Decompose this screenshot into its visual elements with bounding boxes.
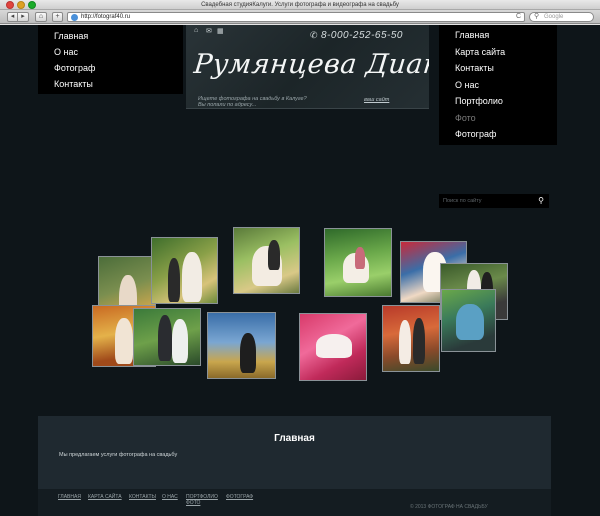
site-search-input[interactable]	[443, 195, 531, 207]
close-window-icon[interactable]	[6, 1, 14, 9]
browser-search-placeholder: Google	[544, 14, 564, 20]
site-search: ⚲	[439, 194, 549, 208]
header-banner: ⌂ ✉ ▦ ✆ 8-000-252-65-50 Румянцева Диана …	[186, 25, 429, 109]
minimize-window-icon[interactable]	[17, 1, 25, 9]
left-nav-item-photographer[interactable]: Фотограф	[38, 60, 183, 76]
back-button[interactable]: ◂	[7, 12, 18, 22]
gallery-photo[interactable]	[233, 227, 300, 294]
copyright-text: © 2013 ФОТОГРАФ НА СВАДЬБУ	[410, 504, 488, 510]
globe-icon	[71, 14, 78, 21]
mail-icon[interactable]: ✉	[206, 27, 212, 35]
footer-link-photo[interactable]: ФОТО	[186, 500, 200, 506]
gallery-photo[interactable]	[299, 313, 367, 381]
url-text[interactable]: http://fotograf40.ru	[81, 13, 130, 22]
sitemap-icon[interactable]: ▦	[217, 27, 224, 35]
footer-content: Главная Мы предлагаем услуги фотографа н…	[38, 416, 551, 489]
gallery-photo[interactable]	[151, 237, 218, 304]
footer-link-home[interactable]: ГЛАВНАЯ	[58, 494, 81, 500]
magnifier-icon: ⚲	[534, 13, 540, 20]
left-nav-item-about[interactable]: О нас	[38, 44, 183, 60]
address-bar[interactable]: http://fotograf40.ru C	[67, 12, 525, 22]
gallery-photo[interactable]	[133, 308, 201, 366]
zoom-window-icon[interactable]	[28, 1, 36, 9]
reload-icon[interactable]: C	[516, 13, 521, 21]
footer-link-about[interactable]: О НАС	[162, 494, 178, 500]
right-nav-item-about[interactable]: О нас	[439, 77, 557, 94]
forward-button[interactable]: ▸	[18, 12, 29, 22]
footer-link-sitemap[interactable]: КАРТА САЙТА	[88, 494, 122, 500]
left-nav-item-contacts[interactable]: Контакты	[38, 76, 183, 92]
gallery-photo[interactable]	[441, 289, 496, 352]
gallery-photo[interactable]	[382, 305, 440, 372]
phone-number: 8-000-252-65-50	[321, 30, 403, 41]
right-navigation: Главная Карта сайта Контакты О нас Портф…	[439, 25, 557, 145]
footer-links-bar: ГЛАВНАЯ КАРТА САЙТА КОНТАКТЫ О НАС ПОРТФ…	[38, 489, 551, 516]
home-button[interactable]: ⌂	[35, 12, 47, 22]
browser-search-field[interactable]: ⚲ Google	[529, 12, 594, 22]
page-viewport: Главная О нас Фотограф Контакты ⌂ ✉ ▦ ✆ …	[0, 25, 600, 516]
right-nav-item-sitemap[interactable]: Карта сайта	[439, 44, 557, 61]
phone-icon: ✆	[310, 30, 318, 40]
brand-logo-text: Румянцева Диана	[192, 49, 429, 80]
right-nav-item-contacts[interactable]: Контакты	[439, 60, 557, 77]
window-title: Свадебная студияКалуги. Услуги фотографа…	[201, 2, 399, 8]
footer-text: Мы предлагаем услуги фотографа на свадьб…	[59, 452, 178, 458]
home-icon[interactable]: ⌂	[194, 27, 198, 34]
right-nav-item-home[interactable]: Главная	[439, 27, 557, 44]
banner-link[interactable]: ваш сайт	[364, 97, 389, 103]
left-navigation: Главная О нас Фотограф Контакты	[38, 25, 183, 94]
right-nav-item-portfolio[interactable]: Портфолио	[439, 93, 557, 110]
search-icon[interactable]: ⚲	[535, 195, 547, 207]
right-nav-item-photo[interactable]: Фото	[439, 110, 557, 127]
right-nav-item-photographer[interactable]: Фотограф	[439, 126, 557, 143]
add-bookmark-button[interactable]: +	[52, 12, 63, 22]
left-nav-item-home[interactable]: Главная	[38, 28, 183, 44]
gallery-photo[interactable]	[207, 312, 276, 379]
gallery-photo[interactable]	[324, 228, 392, 297]
banner-subtitle-line2: Вы попали по адресу...	[198, 102, 257, 108]
window-titlebar: Свадебная студияКалуги. Услуги фотографа…	[0, 0, 600, 10]
footer-link-photographer[interactable]: ФОТОГРАФ	[226, 494, 253, 500]
footer-title: Главная	[274, 433, 315, 444]
footer-link-contacts[interactable]: КОНТАКТЫ	[129, 494, 156, 500]
browser-toolbar: ◂ ▸ ⌂ + http://fotograf40.ru C ⚲ Google	[0, 10, 600, 24]
